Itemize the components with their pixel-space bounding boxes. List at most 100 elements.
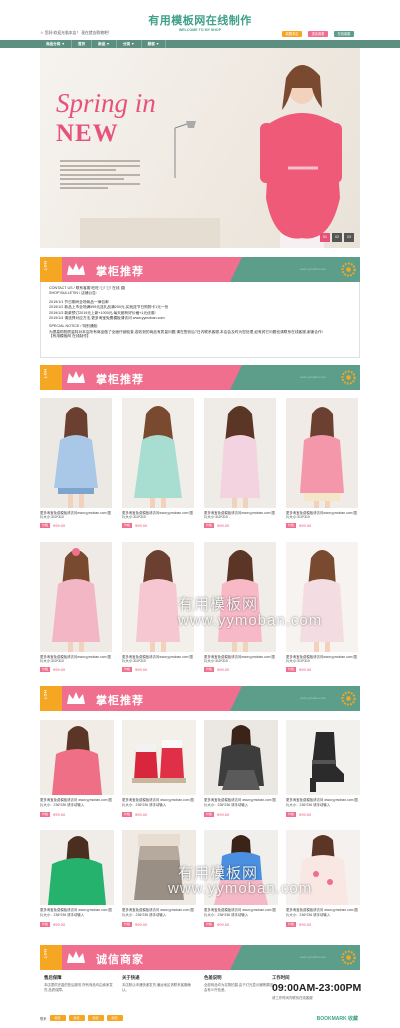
product-price: 999.00: [53, 667, 66, 672]
nav-item-new[interactable]: 新品 ▼: [92, 40, 117, 48]
slide-dot-1[interactable]: 01: [320, 233, 330, 242]
watermark: www.yymoban.com: [178, 612, 323, 629]
product-price: 999.00: [299, 922, 312, 927]
shop-notice: CONTACT US / 联系客服:旺旺: 💬 💬 在线 🖨 SHOP BULL…: [40, 282, 360, 358]
hot-label: HOT: [43, 369, 48, 379]
wangwang-icon[interactable]: 旺旺: [106, 1015, 123, 1021]
product-image[interactable]: [40, 720, 114, 795]
online-service-button[interactable]: 在线客服: [334, 31, 354, 37]
price-tag: 价格: [122, 812, 133, 817]
service-info: 售后保障 本店提供完善的售后服务,所有商品均由卖家发货,品质保障。 关于快递 本…: [40, 975, 361, 1011]
product-name[interactable]: 更多淘宝免费模板请访问 www.yymoban.com 图片大小：236*236…: [286, 798, 360, 812]
product-name[interactable]: 更多淘宝免费模板请访问 www.yymoban.com 图片大小：236*236…: [40, 798, 114, 812]
product-card[interactable]: 更多淘宝免费模板请访问www.yymoban.com 图片大小:310*310 …: [40, 398, 112, 528]
product-image[interactable]: [40, 398, 112, 508]
crown-icon: [67, 692, 85, 704]
price-tag: 价格: [286, 812, 297, 817]
watermark: www.yymoban.com: [168, 880, 313, 897]
gear-icon: [341, 370, 356, 385]
slide-dot-2[interactable]: 02: [332, 233, 342, 242]
service-title: 色差说明: [204, 975, 222, 980]
nav-item-class[interactable]: 分类 ▼: [117, 40, 142, 48]
product-image[interactable]: [40, 830, 114, 905]
section-subtitle: www.yymoban.com: [300, 696, 326, 700]
header: 有用模板网在线制作 WELCOME TO MY SHOP ☺ 您好!欢迎光临本店…: [0, 0, 400, 40]
product-name[interactable]: 更多淘宝免费模板请访问 www.yymoban.com 图片大小：236*236…: [122, 908, 196, 922]
nav-item-clothes[interactable]: 服装 ▼: [142, 40, 167, 48]
product-name[interactable]: 更多淘宝免费模板请访问 www.yymoban.com 图片大小：236*236…: [204, 798, 278, 812]
site-title: 有用模板网在线制作: [148, 15, 252, 27]
product-name[interactable]: 更多淘宝免费模板请访问www.yymoban.com 图片大小:310*310: [204, 655, 276, 663]
product-price: 999.00: [299, 667, 312, 672]
product-card[interactable]: 更多淘宝免费模板请访问 www.yymoban.com 图片大小：236*236…: [40, 830, 114, 927]
crown-icon: [67, 263, 85, 275]
product-card[interactable]: 更多淘宝免费模板请访问 www.yymoban.com 图片大小：236*236…: [286, 830, 360, 927]
product-name[interactable]: 更多淘宝免费模板请访问 www.yymoban.com 图片大小：236*236…: [286, 908, 360, 922]
price-tag: 价格: [122, 523, 133, 528]
footer-contact-links: 联系 旺旺 旺旺 旺旺 旺旺: [40, 1015, 123, 1021]
product-price: 999.00: [299, 523, 312, 528]
product-name[interactable]: 更多淘宝免费模板请访问www.yymoban.com 图片大小:310*310: [40, 511, 112, 519]
product-grid-small: 更多淘宝免费模板请访问 www.yymoban.com 图片大小：236*236…: [40, 720, 360, 935]
bookmark-button[interactable]: BOOKMARK 收藏: [317, 1015, 358, 1022]
gear-icon: [341, 691, 356, 706]
product-price: 999.00: [217, 523, 230, 528]
wangwang-icon[interactable]: 旺旺: [68, 1015, 85, 1021]
product-price: 999.00: [217, 812, 230, 817]
product-card[interactable]: 更多淘宝免费模板请访问 www.yymoban.com 图片大小：236*236…: [286, 720, 360, 817]
product-card[interactable]: 更多淘宝免费模板请访问www.yymoban.com 图片大小:310*310 …: [286, 542, 358, 672]
product-grid-large: 更多淘宝免费模板请访问www.yymoban.com 图片大小:310*310 …: [40, 398, 360, 688]
product-card[interactable]: 更多淘宝免费模板请访问www.yymoban.com 图片大小:310*310 …: [122, 398, 194, 528]
product-name[interactable]: 更多淘宝免费模板请访问 www.yymoban.com 图片大小：236*236…: [122, 798, 196, 812]
service-title: 售后保障: [44, 975, 62, 980]
enter-shop-button[interactable]: 进店看看: [308, 31, 328, 37]
product-price: 999.00: [299, 812, 312, 817]
product-name[interactable]: 更多淘宝免费模板请访问www.yymoban.com 图片大小:310*310: [122, 511, 194, 519]
notice-line: 为提高购物质量特对本店所有商品做了全面仔细检查,若收到的商品有质量问题,请在签收…: [49, 329, 323, 334]
product-image[interactable]: [40, 542, 112, 652]
product-card[interactable]: 更多淘宝免费模板请访问 www.yymoban.com 图片大小：236*236…: [204, 720, 278, 817]
banner-title-new: NEW: [56, 120, 119, 147]
welcome-text: ☺ 您好!欢迎光临本店！ 现在就去购物吧！: [40, 31, 112, 35]
product-name[interactable]: 更多淘宝免费模板请访问www.yymoban.com 图片大小:310*310: [286, 511, 358, 519]
product-card[interactable]: 更多淘宝免费模板请访问www.yymoban.com 图片大小:310*310 …: [286, 398, 358, 528]
product-name[interactable]: 更多淘宝免费模板请访问 www.yymoban.com 图片大小：236*236…: [204, 908, 278, 922]
product-name[interactable]: 更多淘宝免费模板请访问www.yymoban.com 图片大小:310*310: [122, 655, 194, 663]
product-name[interactable]: 更多淘宝免费模板请访问 www.yymoban.com 图片大小：236*236…: [40, 908, 114, 922]
product-image[interactable]: [286, 720, 360, 795]
product-name[interactable]: 更多淘宝免费模板请访问www.yymoban.com 图片大小:310*310: [204, 511, 276, 519]
wangwang-icon[interactable]: 旺旺: [49, 1015, 66, 1021]
product-image[interactable]: [286, 398, 358, 508]
hero-banner[interactable]: Spring in NEW 01 02 03: [40, 48, 360, 248]
product-card[interactable]: 更多淘宝免费模板请访问www.yymoban.com 图片大小:310*310 …: [40, 542, 112, 672]
product-name[interactable]: 更多淘宝免费模板请访问www.yymoban.com 图片大小:310*310: [40, 655, 112, 663]
slide-dot-3[interactable]: 03: [344, 233, 354, 242]
section-header-trust: HOT 诚信商家 www.yymoban.com: [40, 945, 360, 970]
banner-model-image: [260, 64, 342, 248]
product-name[interactable]: 更多淘宝免费模板请访问www.yymoban.com 图片大小:310*310: [286, 655, 358, 663]
nav-item-category[interactable]: 商品分类 ▼: [40, 40, 72, 48]
contact-label: 联系: [40, 1016, 47, 1021]
product-image[interactable]: [122, 398, 194, 508]
product-price: 999.00: [135, 667, 148, 672]
service-after-sale: 售后保障 本店提供完善的售后服务,所有商品均由卖家发货,品质保障。: [44, 975, 114, 992]
product-price: 999.00: [135, 523, 148, 528]
product-image[interactable]: [204, 398, 276, 508]
price-tag: 价格: [40, 523, 51, 528]
slider-dots: 01 02 03: [320, 233, 354, 242]
notice-line: SHOP BULLETIN / 店铺公告:: [49, 291, 97, 296]
wangwang-icon[interactable]: 旺旺: [87, 1015, 104, 1021]
product-image[interactable]: [286, 542, 358, 652]
product-price: 999.00: [53, 922, 66, 927]
main-nav: 商品分类 ▼ 首页 新品 ▼ 分类 ▼ 服装 ▼: [0, 40, 400, 48]
product-card[interactable]: 更多淘宝免费模板请访问 www.yymoban.com 图片大小：236*236…: [40, 720, 114, 817]
favorite-shop-button[interactable]: 收藏本店: [282, 31, 302, 37]
product-image[interactable]: [122, 720, 196, 795]
product-card[interactable]: 更多淘宝免费模板请访问 www.yymoban.com 图片大小：236*236…: [122, 720, 196, 817]
product-card[interactable]: 更多淘宝免费模板请访问www.yymoban.com 图片大小:310*310 …: [204, 398, 276, 528]
lamp-icon: [174, 121, 196, 178]
nav-item-home[interactable]: 首页: [72, 40, 93, 48]
product-image[interactable]: [204, 720, 278, 795]
section-subtitle: www.yymoban.com: [300, 375, 326, 379]
price-tag: 价格: [204, 523, 215, 528]
